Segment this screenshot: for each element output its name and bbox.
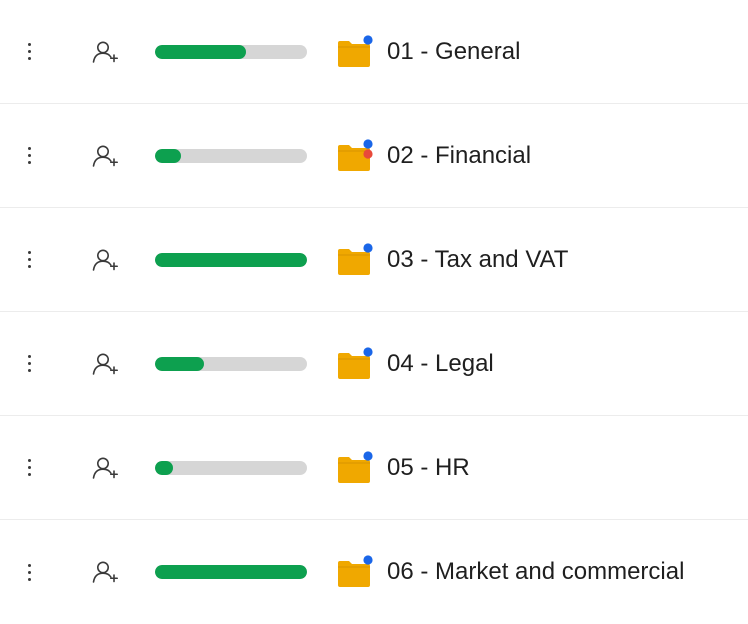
add-user-icon[interactable]	[91, 247, 121, 273]
more-options-icon[interactable]	[18, 559, 40, 585]
folder-name[interactable]: 06 - Market and commercial	[387, 558, 684, 586]
folder-icon[interactable]	[336, 555, 374, 589]
status-badge	[363, 242, 373, 253]
add-user-icon[interactable]	[91, 455, 121, 481]
alert-badge	[363, 148, 373, 159]
add-user-icon[interactable]	[91, 39, 121, 65]
progress-bar	[155, 460, 307, 475]
status-badge	[363, 555, 373, 565]
progress-fill	[155, 148, 181, 163]
folder-name[interactable]: 02 - Financial	[387, 142, 531, 170]
folder-row: 02 - Financial	[0, 104, 748, 208]
add-user-icon[interactable]	[91, 143, 121, 169]
folder-icon[interactable]	[336, 34, 374, 69]
more-options-icon[interactable]	[18, 351, 40, 377]
more-options-icon[interactable]	[18, 455, 40, 481]
progress-bar	[155, 44, 307, 59]
add-user-icon[interactable]	[91, 559, 121, 585]
add-user-icon[interactable]	[91, 351, 121, 377]
status-badge	[363, 34, 373, 45]
more-options-icon[interactable]	[18, 39, 40, 65]
folder-row: 04 - Legal	[0, 312, 748, 416]
more-options-icon[interactable]	[18, 247, 40, 273]
folder-row: 03 - Tax and VAT	[0, 208, 748, 312]
folder-list: 01 - General 02 - Financial 03 - Tax and…	[0, 0, 748, 624]
progress-fill	[155, 44, 247, 59]
more-options-icon[interactable]	[18, 143, 40, 169]
folder-row: 01 - General	[0, 0, 748, 104]
progress-bar	[155, 252, 307, 267]
folder-name[interactable]: 04 - Legal	[387, 350, 494, 378]
folder-name[interactable]: 05 - HR	[387, 454, 470, 482]
folder-icon[interactable]	[336, 242, 374, 277]
progress-fill	[155, 252, 307, 267]
progress-fill	[155, 460, 174, 475]
folder-name[interactable]: 03 - Tax and VAT	[387, 246, 568, 274]
progress-fill	[155, 565, 307, 579]
folder-icon[interactable]	[336, 346, 374, 381]
status-badge	[363, 450, 373, 461]
progress-bar	[155, 565, 307, 579]
status-badge	[363, 346, 373, 357]
folder-name[interactable]: 01 - General	[387, 38, 520, 66]
progress-bar	[155, 356, 307, 371]
folder-row: 06 - Market and commercial	[0, 520, 748, 624]
folder-row: 05 - HR	[0, 416, 748, 520]
folder-icon[interactable]	[336, 450, 374, 485]
progress-fill	[155, 356, 204, 371]
status-badge	[363, 138, 373, 149]
folder-icon[interactable]	[336, 138, 374, 173]
progress-bar	[155, 148, 307, 163]
